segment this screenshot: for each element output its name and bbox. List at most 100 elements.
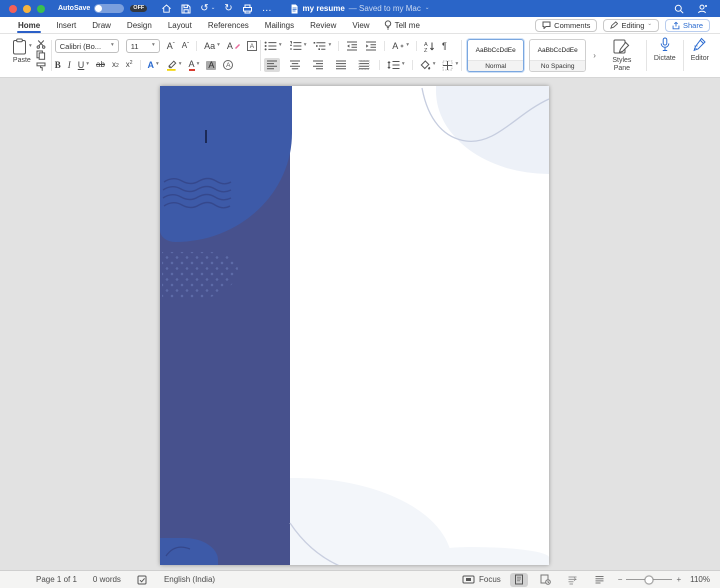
document-title: my resume (302, 4, 345, 13)
spellcheck-icon[interactable] (137, 575, 148, 585)
home-icon[interactable] (161, 3, 172, 14)
draft-view-button[interactable] (591, 573, 609, 587)
close-window-button[interactable] (9, 4, 17, 13)
undo-button[interactable]: ↺ ⌄ (200, 3, 216, 14)
tab-design[interactable]: Design (119, 18, 160, 33)
zoom-slider-thumb[interactable] (644, 575, 654, 584)
text-sparkle-button[interactable]: A ▾ (392, 41, 409, 51)
print-icon[interactable] (242, 4, 253, 14)
tab-home[interactable]: Home (10, 18, 48, 33)
word-count[interactable]: 0 words (93, 575, 121, 584)
copy-icon[interactable] (36, 50, 46, 61)
print-layout-view-button[interactable] (509, 572, 528, 587)
editing-button[interactable]: Editing ⌄ (603, 18, 659, 32)
tabrow-actions: Comments Editing ⌄ Share (535, 18, 710, 32)
text-effects-button[interactable]: A ▾ (148, 60, 159, 70)
status-right: Focus − + 110% (462, 572, 710, 587)
increase-indent-button[interactable] (365, 41, 377, 51)
font-size-combo[interactable]: 11 ▾ (125, 39, 160, 53)
show-formatting-marks-button[interactable]: ¶ (442, 41, 447, 51)
bullet-list-button[interactable]: ▾ (264, 41, 282, 51)
account-icon[interactable] (697, 4, 708, 14)
cut-icon[interactable] (36, 39, 46, 49)
format-painter-icon[interactable] (36, 62, 46, 72)
italic-button[interactable]: I (68, 60, 71, 70)
style-no-spacing[interactable]: AaBbCcDdEe No Spacing (529, 39, 587, 72)
tab-mailings[interactable]: Mailings (257, 18, 302, 33)
distribute-text-button[interactable] (356, 58, 372, 72)
decrease-indent-button[interactable] (346, 41, 358, 51)
enclose-characters-button[interactable]: A (223, 60, 234, 70)
multilevel-list-button[interactable]: ▾ (313, 41, 331, 51)
undo-dropdown-icon[interactable]: ⌄ (211, 5, 216, 12)
autosave-control[interactable]: AutoSave OFF (58, 4, 148, 13)
comments-button[interactable]: Comments (535, 18, 598, 32)
underline-button[interactable]: U ▾ (78, 60, 89, 70)
zoom-slider[interactable] (626, 575, 673, 584)
comment-icon (542, 21, 551, 29)
strikethrough-button[interactable]: ab (96, 61, 105, 69)
save-icon[interactable] (181, 4, 191, 14)
sort-button[interactable]: AZ (424, 41, 435, 52)
tab-view[interactable]: View (344, 18, 377, 33)
title-chevron-icon[interactable]: ⌄ (425, 5, 430, 12)
numbered-list-button[interactable]: ▾ (289, 41, 306, 51)
font-color-button[interactable]: A ▾ (188, 59, 199, 71)
subscript-button[interactable]: x2 (112, 61, 119, 69)
character-border-button[interactable]: A (246, 41, 257, 51)
share-icon (672, 21, 680, 30)
borders-button[interactable]: ▾ (442, 60, 458, 71)
align-left-button[interactable] (263, 58, 280, 72)
character-shading-button[interactable]: A (206, 60, 217, 70)
document-area[interactable] (0, 78, 720, 570)
line-spacing-button[interactable]: ▾ (387, 60, 405, 70)
font-name-combo[interactable]: Calibri (Bo... ▾ (54, 39, 119, 53)
highlight-color-button[interactable]: ▾ (166, 59, 182, 71)
superscript-button[interactable]: x2 (126, 61, 133, 69)
styles-gallery-expander[interactable]: › (591, 51, 598, 60)
focus-button[interactable]: Focus (462, 575, 501, 584)
zoom-percentage[interactable]: 110% (690, 575, 710, 584)
paste-dropdown-icon[interactable]: ▾ (29, 43, 32, 50)
tell-me-button[interactable]: Tell me (378, 19, 426, 31)
autosave-toggle[interactable] (94, 4, 125, 13)
document-title-area[interactable]: my resume — Saved to my Mac ⌄ (291, 4, 430, 14)
tab-references[interactable]: References (200, 18, 257, 33)
paste-button[interactable]: ▾ Paste (8, 37, 36, 74)
minimize-window-button[interactable] (23, 4, 31, 13)
search-icon[interactable] (674, 4, 684, 14)
grow-font-button[interactable]: Aˆ (167, 41, 175, 51)
align-center-button[interactable] (287, 58, 303, 72)
tab-layout[interactable]: Layout (160, 18, 200, 33)
editor-button[interactable]: Editor (687, 36, 713, 75)
page-count[interactable]: Page 1 of 1 (36, 575, 77, 584)
style-normal[interactable]: AaBbCcDdEe Normal (467, 39, 525, 72)
zoom-window-button[interactable] (37, 4, 45, 13)
immersive-reader-view-button[interactable] (537, 573, 555, 587)
zoom-in-button[interactable]: + (676, 575, 681, 584)
dictate-button[interactable]: Dictate (650, 36, 680, 75)
language-status[interactable]: English (India) (164, 575, 215, 584)
redo-icon[interactable]: ↻ (224, 3, 232, 14)
styles-pane-button[interactable]: Styles Pane (603, 38, 641, 73)
tab-review[interactable]: Review (302, 18, 344, 33)
share-button[interactable]: Share (664, 18, 710, 32)
page-topright-blob (436, 86, 549, 174)
share-label: Share (682, 20, 703, 30)
styles-pane-icon (613, 39, 630, 55)
shrink-font-button[interactable]: Aˇ (182, 42, 189, 50)
web-layout-view-button[interactable] (564, 573, 582, 587)
title-bar: AutoSave OFF ↺ ⌄ ↻ … my resume — Saved to… (0, 0, 720, 17)
document-page[interactable] (160, 86, 549, 565)
shading-button[interactable]: ▾ (420, 60, 435, 70)
justify-button[interactable] (333, 58, 349, 72)
bold-button[interactable]: B (55, 60, 61, 70)
tab-insert[interactable]: Insert (48, 18, 84, 33)
change-case-button[interactable]: Aa ▾ (204, 41, 220, 51)
align-right-button[interactable] (310, 58, 326, 72)
tab-draw[interactable]: Draw (84, 18, 119, 33)
titlebar-right (674, 4, 708, 14)
more-commands-icon[interactable]: … (262, 3, 272, 14)
zoom-out-button[interactable]: − (618, 575, 623, 584)
clear-formatting-button[interactable]: A (227, 41, 240, 51)
